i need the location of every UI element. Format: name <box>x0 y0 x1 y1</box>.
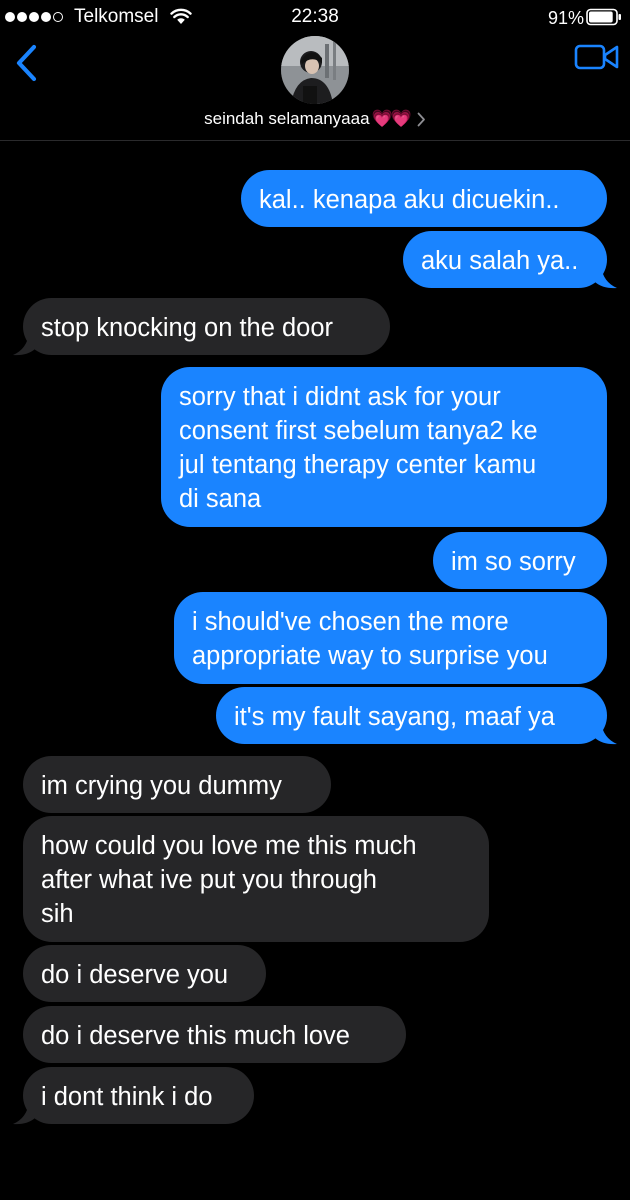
sent-message-bubble[interactable]: sorry that i didnt ask for your consent … <box>161 367 607 527</box>
battery-icon <box>586 8 621 26</box>
received-message[interactable]: i dont think i do <box>0 1067 630 1125</box>
sent-message-bubble[interactable]: it's my fault sayang, maaf ya <box>216 687 607 744</box>
sent-message[interactable]: it's my fault sayang, maaf ya <box>0 687 630 745</box>
bubble-tail-icon <box>13 333 37 356</box>
received-message-bubble[interactable]: do i deserve you <box>23 945 266 1002</box>
conversation-header: seindah selamanyaaa 💗💗 <box>0 36 630 141</box>
bubble-tail-icon <box>593 266 617 289</box>
sent-message[interactable]: kal.. kenapa aku dicuekin.. <box>0 170 630 227</box>
sent-message[interactable]: im so sorry <box>0 532 630 589</box>
sent-message[interactable]: i should've chosen the more appropriate … <box>0 592 630 684</box>
contact-avatar[interactable] <box>281 36 349 104</box>
sent-message-bubble[interactable]: i should've chosen the more appropriate … <box>174 592 607 684</box>
video-call-icon[interactable] <box>574 42 620 72</box>
chevron-right-icon <box>417 112 425 126</box>
back-chevron-icon[interactable] <box>10 43 44 83</box>
received-message[interactable]: how could you love me this much after wh… <box>0 816 630 942</box>
received-message-bubble[interactable]: stop knocking on the door <box>23 298 390 355</box>
contact-name-button[interactable]: seindah selamanyaaa 💗💗 <box>0 109 630 129</box>
received-message[interactable]: do i deserve you <box>0 945 630 1002</box>
avatar-photo <box>281 36 349 104</box>
sent-message-bubble[interactable]: kal.. kenapa aku dicuekin.. <box>241 170 607 227</box>
sent-message-bubble[interactable]: im so sorry <box>433 532 607 589</box>
heart-emoji: 💗💗 <box>371 109 412 128</box>
status-bar: Telkomsel 22:38 91% <box>0 0 630 36</box>
bubble-tail-icon <box>13 1102 37 1125</box>
received-message-bubble[interactable]: do i deserve this much love <box>23 1006 406 1063</box>
battery-percentage: 91% <box>547 8 584 28</box>
received-message[interactable]: do i deserve this much love <box>0 1006 630 1063</box>
sent-message-bubble[interactable]: aku salah ya.. <box>403 231 607 288</box>
received-message-bubble[interactable]: im crying you dummy <box>23 756 331 813</box>
bubble-tail-icon <box>593 722 617 745</box>
received-message-bubble[interactable]: how could you love me this much after wh… <box>23 816 489 942</box>
received-message-bubble[interactable]: i dont think i do <box>23 1067 254 1124</box>
sent-message[interactable]: aku salah ya.. <box>0 231 630 289</box>
received-message[interactable]: stop knocking on the door <box>0 298 630 356</box>
contact-name: seindah selamanyaaa <box>204 109 370 128</box>
received-message[interactable]: im crying you dummy <box>0 756 630 813</box>
sent-message[interactable]: sorry that i didnt ask for your consent … <box>0 367 630 527</box>
